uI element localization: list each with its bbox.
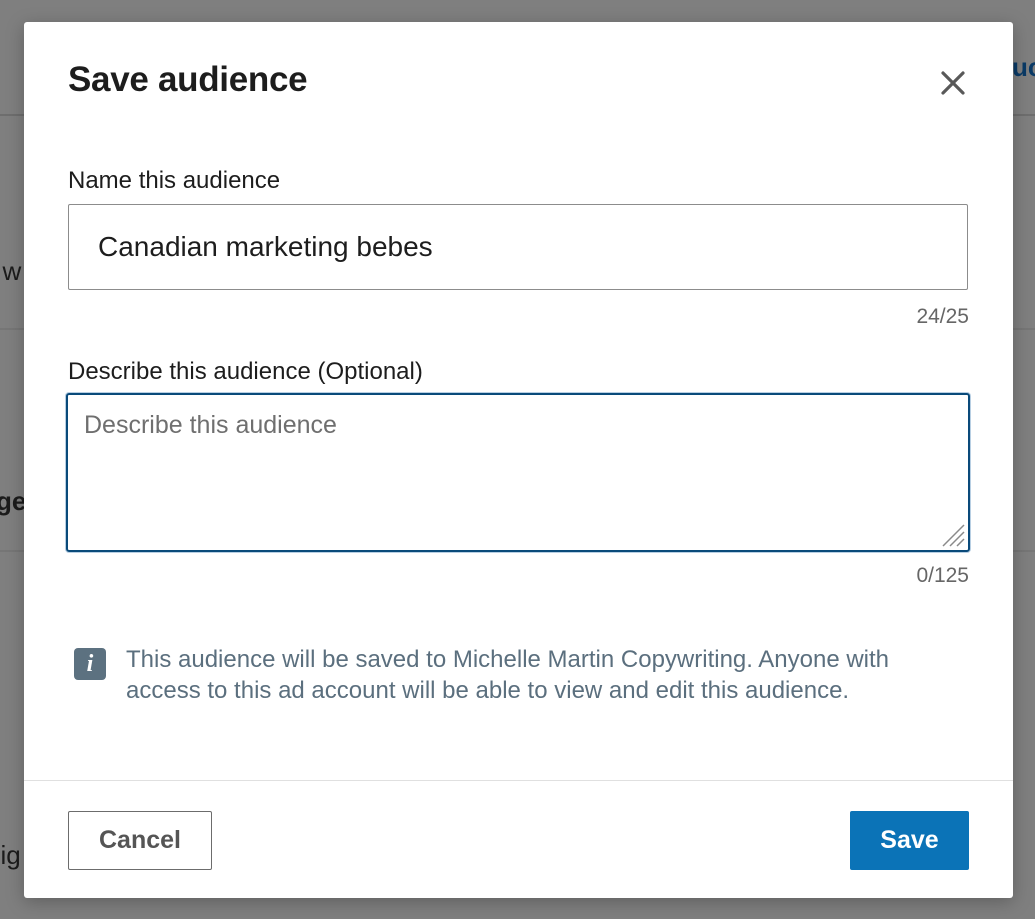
- dialog-title: Save audience: [68, 60, 308, 99]
- description-char-counter: 0/125: [916, 564, 969, 587]
- name-field-label: Name this audience: [68, 167, 281, 194]
- info-message: This audience will be saved to Michelle …: [126, 646, 890, 704]
- background-fragment: t w: [0, 256, 22, 286]
- save-button[interactable]: Save: [850, 811, 969, 870]
- resize-handle-icon[interactable]: [939, 521, 965, 547]
- background-fragment: nig: [0, 840, 21, 870]
- close-button[interactable]: [936, 66, 970, 100]
- background-fragment: uc: [1012, 52, 1035, 82]
- background-fragment: ge: [0, 486, 27, 516]
- save-audience-dialog: Save audience Name this audience 24/25 D…: [24, 22, 1013, 898]
- close-icon: [941, 71, 965, 95]
- description-field-label: Describe this audience (Optional): [68, 358, 423, 385]
- footer-divider: [24, 780, 1013, 781]
- audience-name-input[interactable]: [68, 204, 968, 290]
- audience-description-input[interactable]: [68, 395, 968, 550]
- description-field: [66, 393, 970, 552]
- info-icon: i: [74, 648, 106, 680]
- cancel-button[interactable]: Cancel: [68, 811, 212, 870]
- name-char-counter: 24/25: [916, 305, 969, 328]
